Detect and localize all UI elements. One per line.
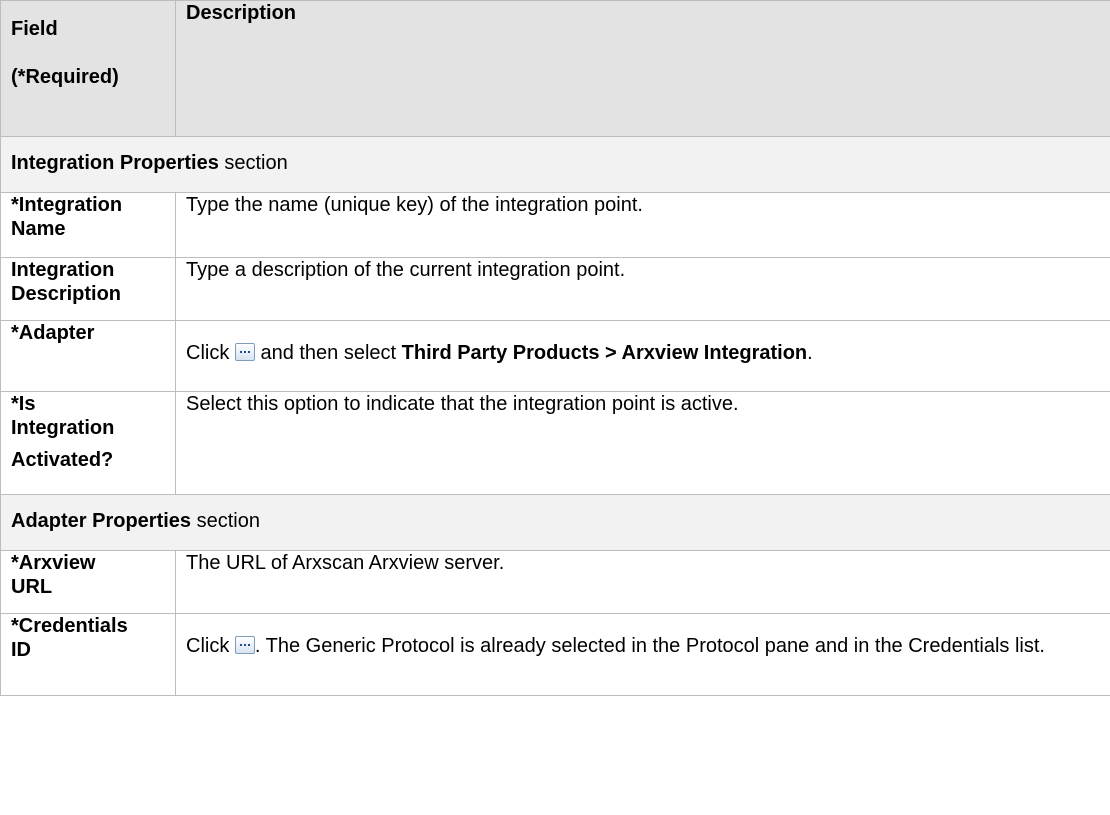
field-header-label: Field xyxy=(11,18,58,40)
description-header-label: Description xyxy=(186,2,297,24)
table-row-adapter: *Adapter Click and then select Third Par… xyxy=(0,320,1110,392)
section-row-adapter-properties: Adapter Properties section xyxy=(0,494,1110,551)
field-cell: *Credentials ID xyxy=(0,613,176,696)
section-title: Adapter Properties xyxy=(11,510,192,532)
table-row-credentials-id: *Credentials ID Click . The Generic Prot… xyxy=(0,613,1110,696)
description-cell: Click . The Generic Protocol is already … xyxy=(175,613,1110,696)
field-label: *Integration xyxy=(11,194,123,216)
ellipsis-icon xyxy=(234,343,255,361)
table-row-arxview-url: *Arxview URL The URL of Arxscan Arxview … xyxy=(0,550,1110,614)
section-title: Integration Properties xyxy=(11,152,219,174)
description-cell: Select this option to indicate that the … xyxy=(175,391,1110,495)
table-row-integration-description: Integration Description Type a descripti… xyxy=(0,257,1110,321)
field-cell: Integration Description xyxy=(0,257,176,321)
section-cell: Adapter Properties section xyxy=(0,494,1110,551)
description-cell: Click and then select Third Party Produc… xyxy=(175,320,1110,392)
desc-text: . xyxy=(807,342,813,364)
desc-text: . The Generic Protocol is already select… xyxy=(254,635,1045,657)
field-description-table: Field (*Required) Description Integratio… xyxy=(0,0,1110,696)
table-row-is-integration-activated: *Is Integration Activated? Select this o… xyxy=(0,391,1110,495)
field-label: Integration xyxy=(11,259,115,281)
description-cell: Type the name (unique key) of the integr… xyxy=(175,192,1110,258)
description-cell: The URL of Arxscan Arxview server. xyxy=(175,550,1110,614)
required-header-label: (*Required) xyxy=(11,66,119,88)
ellipsis-icon xyxy=(234,636,255,654)
desc-text: Click xyxy=(186,635,235,657)
field-label: Activated? xyxy=(11,449,114,471)
desc-text: and then select xyxy=(254,342,402,364)
description-cell: Type a description of the current integr… xyxy=(175,257,1110,321)
field-cell: *Integration Name xyxy=(0,192,176,258)
field-cell: *Is Integration Activated? xyxy=(0,391,176,495)
table-row-integration-name: *Integration Name Type the name (unique … xyxy=(0,192,1110,258)
field-cell: *Arxview URL xyxy=(0,550,176,614)
field-label: Description xyxy=(11,283,122,305)
table-header-row: Field (*Required) Description xyxy=(0,0,1110,137)
description-column-header: Description xyxy=(175,0,1110,137)
field-cell: *Adapter xyxy=(0,320,176,392)
adapter-path: Third Party Products > Arxview Integrati… xyxy=(401,342,808,364)
section-cell: Integration Properties section xyxy=(0,136,1110,193)
section-suffix: section xyxy=(191,510,260,532)
field-label: *Adapter xyxy=(11,322,95,344)
section-suffix: section xyxy=(218,152,288,174)
section-row-integration-properties: Integration Properties section xyxy=(0,136,1110,193)
field-label: ID xyxy=(11,639,31,661)
field-label: URL xyxy=(11,576,53,598)
field-label: *Credentials xyxy=(11,615,128,637)
field-label: *Arxview xyxy=(11,552,96,574)
field-column-header: Field (*Required) xyxy=(0,0,176,137)
field-label: Integration xyxy=(11,417,115,439)
field-label: Name xyxy=(11,218,66,240)
field-label: *Is xyxy=(11,393,36,415)
desc-text: Click xyxy=(186,342,235,364)
